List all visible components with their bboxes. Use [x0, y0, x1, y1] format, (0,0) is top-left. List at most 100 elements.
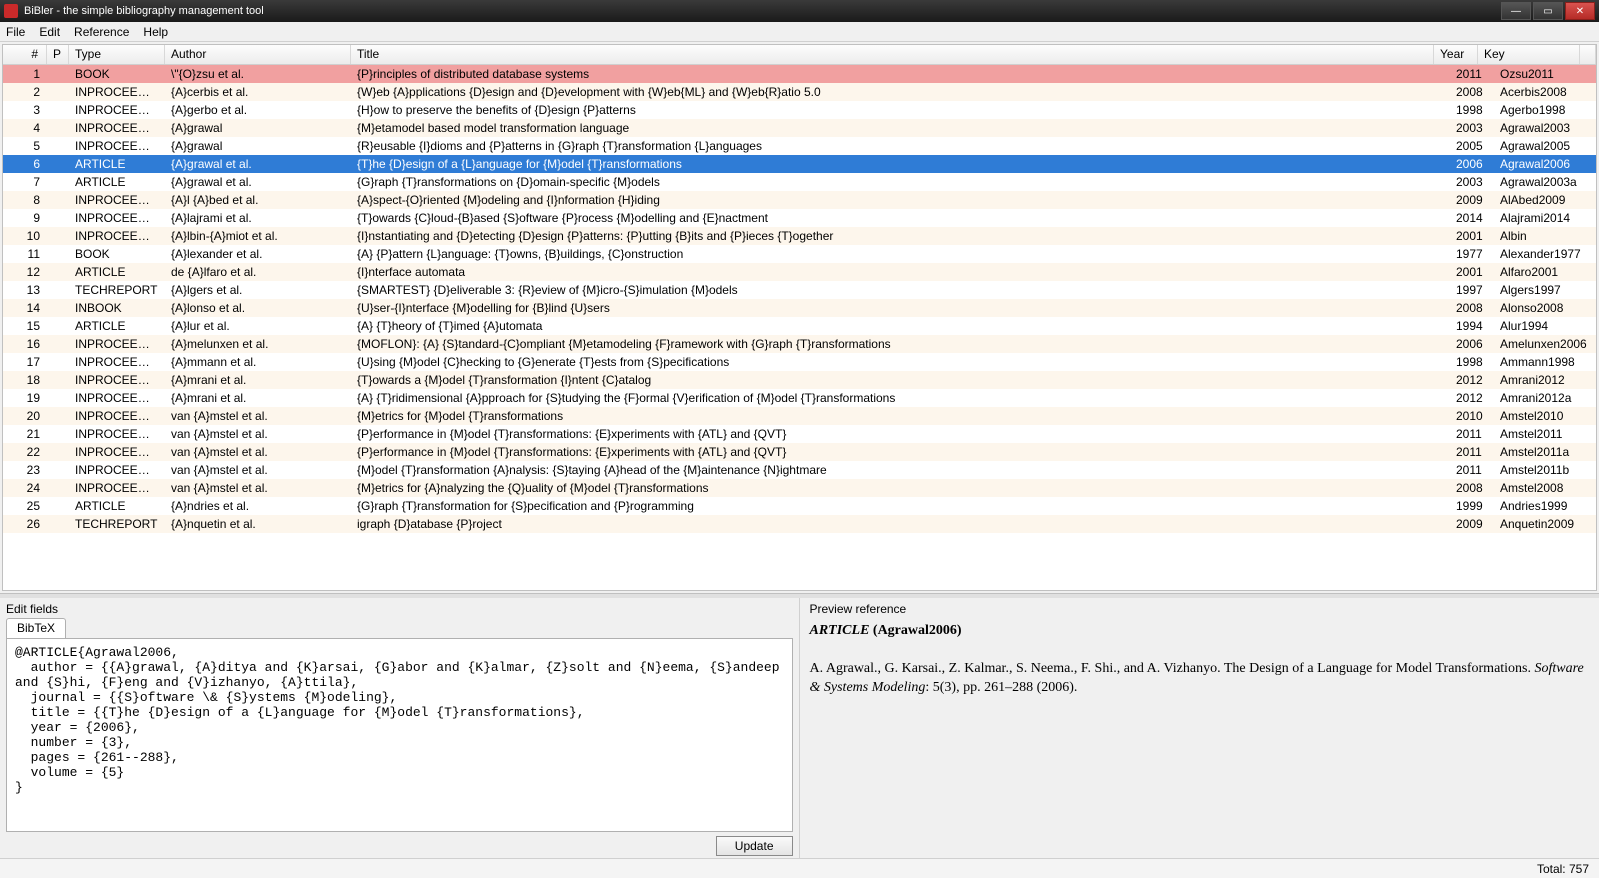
cell-num: 7 — [3, 174, 47, 190]
col-header-year[interactable]: Year — [1434, 45, 1478, 64]
cell-num: 25 — [3, 498, 47, 514]
cell-author: {A}lonso et al. — [165, 300, 351, 316]
cell-title: {I}nterface automata — [351, 264, 1450, 280]
cell-p — [47, 379, 69, 381]
table-row[interactable]: 3INPROCEEDIN...{A}gerbo et al.{H}ow to p… — [3, 101, 1596, 119]
table-row[interactable]: 13TECHREPORT{A}lgers et al.{SMARTEST} {D… — [3, 281, 1596, 299]
cell-title: {M}etrics for {M}odel {T}ransformations — [351, 408, 1450, 424]
cell-year: 2005 — [1450, 138, 1494, 154]
reference-list[interactable]: # P Type Author Title Year Key 1BOOK\"{O… — [2, 44, 1597, 591]
table-row[interactable]: 26TECHREPORT{A}nquetin et al.igraph {D}a… — [3, 515, 1596, 533]
cell-type: INPROCEEDIN... — [69, 372, 165, 388]
cell-p — [47, 145, 69, 147]
table-row[interactable]: 11BOOK{A}lexander et al.{A} {P}attern {L… — [3, 245, 1596, 263]
cell-title: {SMARTEST} {D}eliverable 3: {R}eview of … — [351, 282, 1450, 298]
table-row[interactable]: 2INPROCEEDIN...{A}cerbis et al.{W}eb {A}… — [3, 83, 1596, 101]
cell-num: 13 — [3, 282, 47, 298]
cell-type: BOOK — [69, 66, 165, 82]
table-row[interactable]: 21INPROCEEDIN...van {A}mstel et al.{P}er… — [3, 425, 1596, 443]
cell-num: 21 — [3, 426, 47, 442]
menu-file[interactable]: File — [6, 25, 25, 39]
cell-title: {G}raph {T}ransformations on {D}omain-sp… — [351, 174, 1450, 190]
cell-year: 2008 — [1450, 480, 1494, 496]
col-header-type[interactable]: Type — [69, 45, 165, 64]
cell-key: Agrawal2005 — [1494, 138, 1596, 154]
edit-pane: Edit fields BibTeX Update — [0, 598, 800, 858]
update-button[interactable]: Update — [716, 836, 793, 856]
table-row[interactable]: 20INPROCEEDIN...van {A}mstel et al.{M}et… — [3, 407, 1596, 425]
cell-author: {A}mrani et al. — [165, 372, 351, 388]
table-row[interactable]: 16INPROCEEDIN...{A}melunxen et al.{MOFLO… — [3, 335, 1596, 353]
table-row[interactable]: 17INPROCEEDIN...{A}mmann et al.{U}sing {… — [3, 353, 1596, 371]
cell-title: {M}odel {T}ransformation {A}nalysis: {S}… — [351, 462, 1450, 478]
table-row[interactable]: 10INPROCEEDIN...{A}lbin-{A}miot et al.{I… — [3, 227, 1596, 245]
table-row[interactable]: 23INPROCEEDIN...van {A}mstel et al.{M}od… — [3, 461, 1596, 479]
cell-title: {T}owards a {M}odel {T}ransformation {I}… — [351, 372, 1450, 388]
col-header-author[interactable]: Author — [165, 45, 351, 64]
table-row[interactable]: 1BOOK\"{O}zsu et al.{P}rinciples of dist… — [3, 65, 1596, 83]
tab-bibtex[interactable]: BibTeX — [6, 618, 66, 638]
maximize-button[interactable]: ▭ — [1533, 2, 1563, 20]
cell-year: 1998 — [1450, 102, 1494, 118]
cell-type: ARTICLE — [69, 318, 165, 334]
cell-key: Agrawal2003 — [1494, 120, 1596, 136]
col-header-title[interactable]: Title — [351, 45, 1434, 64]
cell-num: 23 — [3, 462, 47, 478]
cell-author: {A}lgers et al. — [165, 282, 351, 298]
cell-p — [47, 469, 69, 471]
cell-author: {A}grawal et al. — [165, 156, 351, 172]
cell-title: {G}raph {T}ransformation for {S}pecifica… — [351, 498, 1450, 514]
table-row[interactable]: 7ARTICLE{A}grawal et al.{G}raph {T}ransf… — [3, 173, 1596, 191]
titlebar[interactable]: BiBler - the simple bibliography managem… — [0, 0, 1599, 22]
cell-num: 16 — [3, 336, 47, 352]
cell-type: INBOOK — [69, 300, 165, 316]
cell-key: Amstel2011b — [1494, 462, 1596, 478]
preview-authors-title: A. Agrawal., G. Karsai., Z. Kalmar., S. … — [810, 661, 1535, 676]
cell-num: 20 — [3, 408, 47, 424]
table-row[interactable]: 5INPROCEEDIN...{A}grawal{R}eusable {I}di… — [3, 137, 1596, 155]
menu-help[interactable]: Help — [143, 25, 168, 39]
menu-edit[interactable]: Edit — [39, 25, 60, 39]
cell-author: {A}mmann et al. — [165, 354, 351, 370]
table-row[interactable]: 24INPROCEEDIN...van {A}mstel et al.{M}et… — [3, 479, 1596, 497]
table-row[interactable]: 25ARTICLE{A}ndries et al.{G}raph {T}rans… — [3, 497, 1596, 515]
table-row[interactable]: 15ARTICLE{A}lur et al.{A} {T}heory of {T… — [3, 317, 1596, 335]
preview-type: ARTICLE — [810, 623, 870, 638]
cell-p — [47, 181, 69, 183]
column-headers[interactable]: # P Type Author Title Year Key — [3, 45, 1596, 65]
cell-author: {A}gerbo et al. — [165, 102, 351, 118]
cell-p — [47, 199, 69, 201]
table-row[interactable]: 9INPROCEEDIN...{A}lajrami et al.{T}oward… — [3, 209, 1596, 227]
cell-year: 2012 — [1450, 390, 1494, 406]
table-row[interactable]: 22INPROCEEDIN...van {A}mstel et al.{P}er… — [3, 443, 1596, 461]
cell-key: Alfaro2001 — [1494, 264, 1596, 280]
cell-key: Acerbis2008 — [1494, 84, 1596, 100]
cell-key: Amstel2011a — [1494, 444, 1596, 460]
close-button[interactable]: ✕ — [1565, 2, 1595, 20]
cell-p — [47, 505, 69, 507]
cell-author: {A}grawal — [165, 138, 351, 154]
table-row[interactable]: 6ARTICLE{A}grawal et al.{T}he {D}esign o… — [3, 155, 1596, 173]
table-row[interactable]: 14INBOOK{A}lonso et al.{U}ser-{I}nterfac… — [3, 299, 1596, 317]
col-header-p[interactable]: P — [47, 45, 69, 64]
bibtex-editor[interactable] — [6, 638, 793, 832]
col-header-key[interactable]: Key — [1478, 45, 1580, 64]
menu-reference[interactable]: Reference — [74, 25, 129, 39]
cell-year: 2012 — [1450, 372, 1494, 388]
table-row[interactable]: 12ARTICLEde {A}lfaro et al.{I}nterface a… — [3, 263, 1596, 281]
cell-key: Ammann1998 — [1494, 354, 1596, 370]
cell-p — [47, 343, 69, 345]
col-header-num[interactable]: # — [3, 45, 47, 64]
cell-num: 17 — [3, 354, 47, 370]
cell-key: AlAbed2009 — [1494, 192, 1596, 208]
table-row[interactable]: 19INPROCEEDIN...{A}mrani et al.{A} {T}ri… — [3, 389, 1596, 407]
minimize-button[interactable]: — — [1501, 2, 1531, 20]
table-row[interactable]: 4INPROCEEDIN...{A}grawal{M}etamodel base… — [3, 119, 1596, 137]
table-row[interactable]: 8INPROCEEDIN...{A}l {A}bed et al.{A}spec… — [3, 191, 1596, 209]
table-row[interactable]: 18INPROCEEDIN...{A}mrani et al.{T}owards… — [3, 371, 1596, 389]
cell-author: {A}cerbis et al. — [165, 84, 351, 100]
cell-year: 2009 — [1450, 516, 1494, 532]
cell-p — [47, 235, 69, 237]
cell-num: 8 — [3, 192, 47, 208]
cell-year: 1997 — [1450, 282, 1494, 298]
